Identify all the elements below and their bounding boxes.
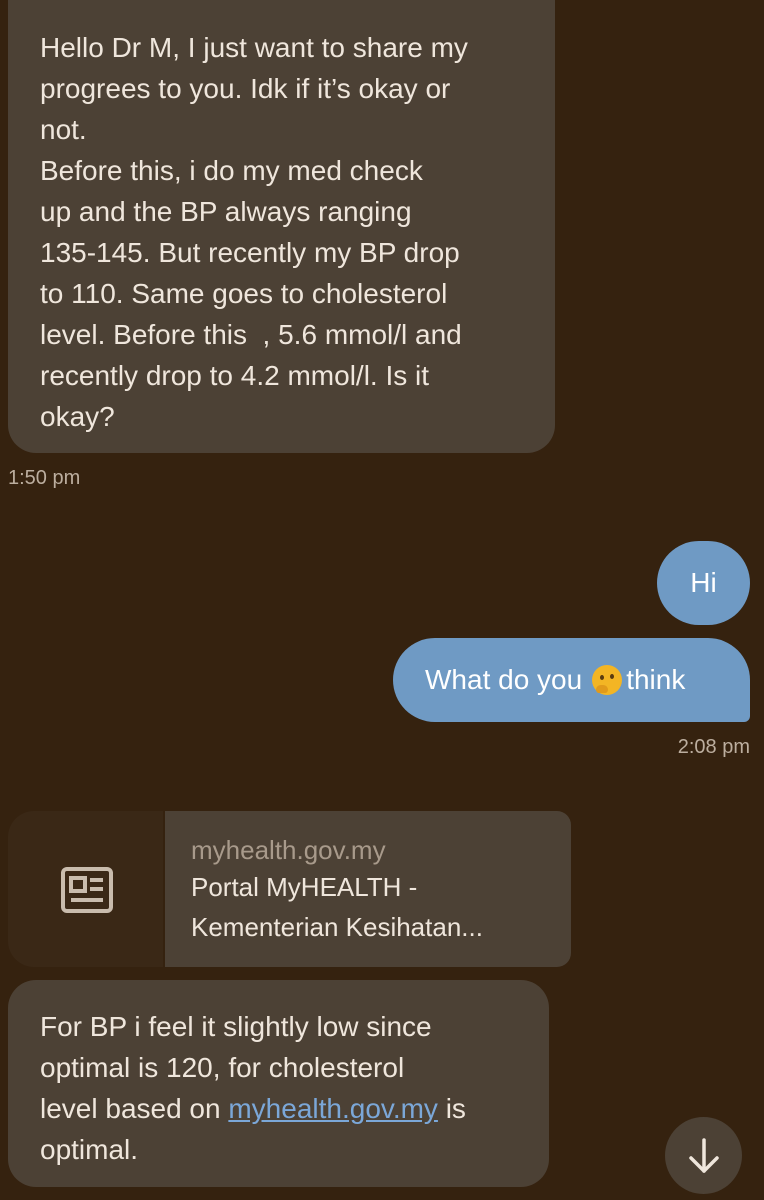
- message-text: Hi: [690, 567, 717, 598]
- message-text-line: level based on myhealth.gov.my is: [40, 1088, 529, 1129]
- message-text-line: optimal.: [40, 1134, 139, 1165]
- message-text-line: For BP i feel it slightly low since: [40, 1011, 432, 1042]
- message-text: is: [437, 1093, 466, 1124]
- message-text-line: okay?: [40, 401, 115, 432]
- incoming-message-bubble[interactable]: Hello Dr M, I just want to share my prog…: [8, 0, 555, 453]
- message-text-line: level. Before this , 5.6 mmol/l and: [40, 319, 462, 350]
- message-text-line: to 110. Same goes to cholesterol: [40, 278, 448, 309]
- message-text-line: up and the BP always ranging: [40, 196, 412, 227]
- myhealth-link[interactable]: myhealth.gov.my: [228, 1093, 438, 1124]
- message-text-line: Hello Dr M, I just want to share my: [40, 32, 468, 63]
- message-text-line: 135-145. But recently my BP drop: [40, 237, 460, 268]
- message-text: think: [626, 664, 686, 695]
- message-timestamp: 2:08 pm: [677, 736, 750, 758]
- message-timestamp: 1:50 pm: [8, 467, 81, 489]
- outgoing-message-bubble[interactable]: Hi: [657, 541, 750, 625]
- message-text-line: Before this, i do my med check: [40, 155, 423, 186]
- link-preview-title: Kementerian Kesihatan...: [191, 912, 483, 942]
- message-text: level based on: [40, 1093, 229, 1124]
- outgoing-message-bubble[interactable]: What do you think: [393, 638, 750, 722]
- link-preview-card[interactable]: myhealth.gov.my Portal MyHEALTH - Kement…: [8, 811, 571, 967]
- link-preview-thumbnail: [8, 811, 163, 967]
- newspaper-icon: [61, 867, 113, 913]
- link-preview-domain: myhealth.gov.my: [191, 835, 386, 865]
- link-preview-title: Portal MyHEALTH -: [191, 872, 418, 902]
- message-text-line: optimal is 120, for cholesterol: [40, 1052, 405, 1083]
- message-text-line: progrees to you. Idk if it’s okay or: [40, 73, 451, 104]
- scroll-to-bottom-button[interactable]: [665, 1117, 742, 1194]
- thinking-face-emoji-icon: [592, 665, 623, 695]
- incoming-message-bubble[interactable]: For BP i feel it slightly low since opti…: [8, 980, 549, 1187]
- message-text-line: not.: [40, 114, 87, 145]
- arrow-down-icon: [688, 1137, 719, 1173]
- message-text: What do you: [425, 664, 583, 695]
- message-text-line: recently drop to 4.2 mmol/l. Is it: [40, 360, 430, 391]
- link-preview-body[interactable]: myhealth.gov.my Portal MyHEALTH - Kement…: [165, 811, 571, 967]
